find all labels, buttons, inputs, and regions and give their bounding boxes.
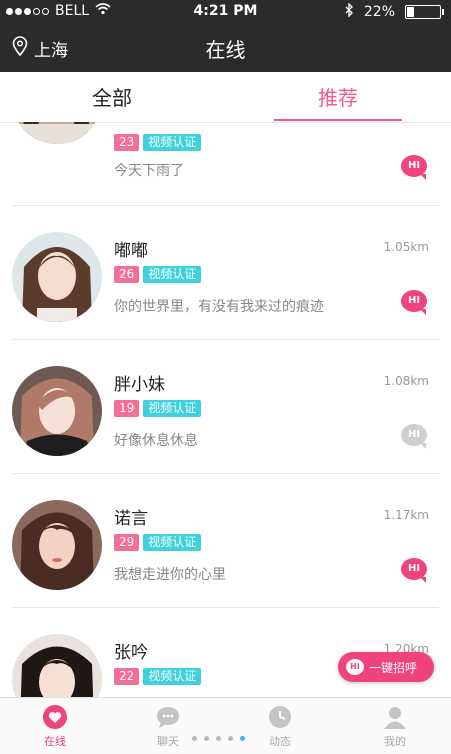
status-bar: BELL 4:21 PM 22% xyxy=(0,0,451,24)
battery-icon xyxy=(405,5,444,19)
age-badge: 22 xyxy=(114,668,140,685)
age-badge: 26 xyxy=(114,266,140,283)
active-tab-indicator xyxy=(274,119,402,121)
bluetooth-icon xyxy=(344,2,354,21)
hi-bubble-icon: HI xyxy=(346,659,364,675)
user-badges: 22 视频认证 xyxy=(114,668,202,685)
avatar[interactable] xyxy=(12,232,102,322)
greet-all-button[interactable]: HI 一键招呼 xyxy=(338,652,434,682)
clock-icon xyxy=(267,704,293,730)
user-signature: 我想走进你的心里 xyxy=(114,567,226,583)
age-badge: 19 xyxy=(114,400,140,417)
battery-percent: 22% xyxy=(363,4,395,20)
tab-moments-label: 动态 xyxy=(269,735,291,748)
user-list[interactable]: 23 视频认证 今天下雨了 HI 嘟嘟 1.05km 26 视频认证 你的世界里… xyxy=(0,122,451,697)
age-badge: 23 xyxy=(114,134,140,151)
say-hi-button[interactable]: HI xyxy=(401,155,427,180)
user-badges: 19 视频认证 xyxy=(114,400,202,417)
say-hi-button[interactable]: HI xyxy=(401,290,427,315)
user-name: 诺言 xyxy=(114,509,148,529)
chat-bubble-icon xyxy=(155,704,181,730)
user-badges: 26 视频认证 xyxy=(114,266,202,283)
list-item[interactable]: 嘟嘟 1.05km 26 视频认证 你的世界里，有没有我来过的痕迹 HI xyxy=(0,206,451,340)
user-badges: 23 视频认证 xyxy=(114,134,202,151)
page-dot xyxy=(192,736,197,741)
page-dot-active xyxy=(240,736,245,741)
user-signature: 你的世界里，有没有我来过的痕迹 xyxy=(114,299,324,315)
page-title: 在线 xyxy=(205,38,246,62)
bottom-tab-bar: 在线 聊天 动态 我的 xyxy=(0,697,451,754)
video-verified-badge: 视频认证 xyxy=(143,134,202,151)
avatar[interactable] xyxy=(12,500,102,590)
tab-online-label: 在线 xyxy=(44,735,66,748)
tab-chat[interactable]: 聊天 xyxy=(128,704,208,749)
tab-moments[interactable]: 动态 xyxy=(240,704,320,749)
page-indicator xyxy=(192,736,245,741)
page-dot xyxy=(204,736,209,741)
user-name: 张吟 xyxy=(114,643,148,663)
user-signature: 好像休息休息 xyxy=(114,433,198,449)
profile-icon xyxy=(382,704,408,730)
list-item[interactable]: 23 视频认证 今天下雨了 HI xyxy=(0,122,451,206)
video-verified-badge: 视频认证 xyxy=(143,668,202,685)
avatar[interactable] xyxy=(12,366,102,456)
page-dot xyxy=(216,736,221,741)
avatar[interactable] xyxy=(12,634,102,697)
video-verified-badge: 视频认证 xyxy=(143,400,202,417)
user-name: 嘟嘟 xyxy=(114,241,148,261)
online-heart-icon xyxy=(42,704,68,730)
tab-all[interactable]: 全部 xyxy=(12,82,212,111)
greet-all-label: 一键招呼 xyxy=(369,660,418,675)
say-hi-button[interactable]: HI xyxy=(401,558,427,583)
segment-tabs: 全部 推荐 xyxy=(0,72,451,123)
tab-mine-label: 我的 xyxy=(384,735,406,748)
list-item[interactable]: 胖小妹 1.08km 19 视频认证 好像休息休息 HI xyxy=(0,340,451,474)
avatar[interactable] xyxy=(12,122,102,144)
distance-label: 1.17km xyxy=(383,508,429,522)
status-right: 22% xyxy=(344,2,444,21)
distance-label: 1.08km xyxy=(383,374,429,388)
tab-chat-label: 聊天 xyxy=(157,735,179,748)
tab-mine[interactable]: 我的 xyxy=(355,704,435,749)
nav-bar: 上海 在线 xyxy=(0,24,451,72)
say-hi-button[interactable]: HI xyxy=(401,424,427,449)
user-badges: 29 视频认证 xyxy=(114,534,202,551)
video-verified-badge: 视频认证 xyxy=(143,534,202,551)
tab-recommended[interactable]: 推荐 xyxy=(238,82,438,111)
page-dot xyxy=(228,736,233,741)
tab-online[interactable]: 在线 xyxy=(15,704,95,749)
age-badge: 29 xyxy=(114,534,140,551)
user-name: 胖小妹 xyxy=(114,375,165,395)
user-signature: 今天下雨了 xyxy=(114,163,184,179)
distance-label: 1.05km xyxy=(383,240,429,254)
list-item[interactable]: 诺言 1.17km 29 视频认证 我想走进你的心里 HI xyxy=(0,474,451,608)
video-verified-badge: 视频认证 xyxy=(143,266,202,283)
